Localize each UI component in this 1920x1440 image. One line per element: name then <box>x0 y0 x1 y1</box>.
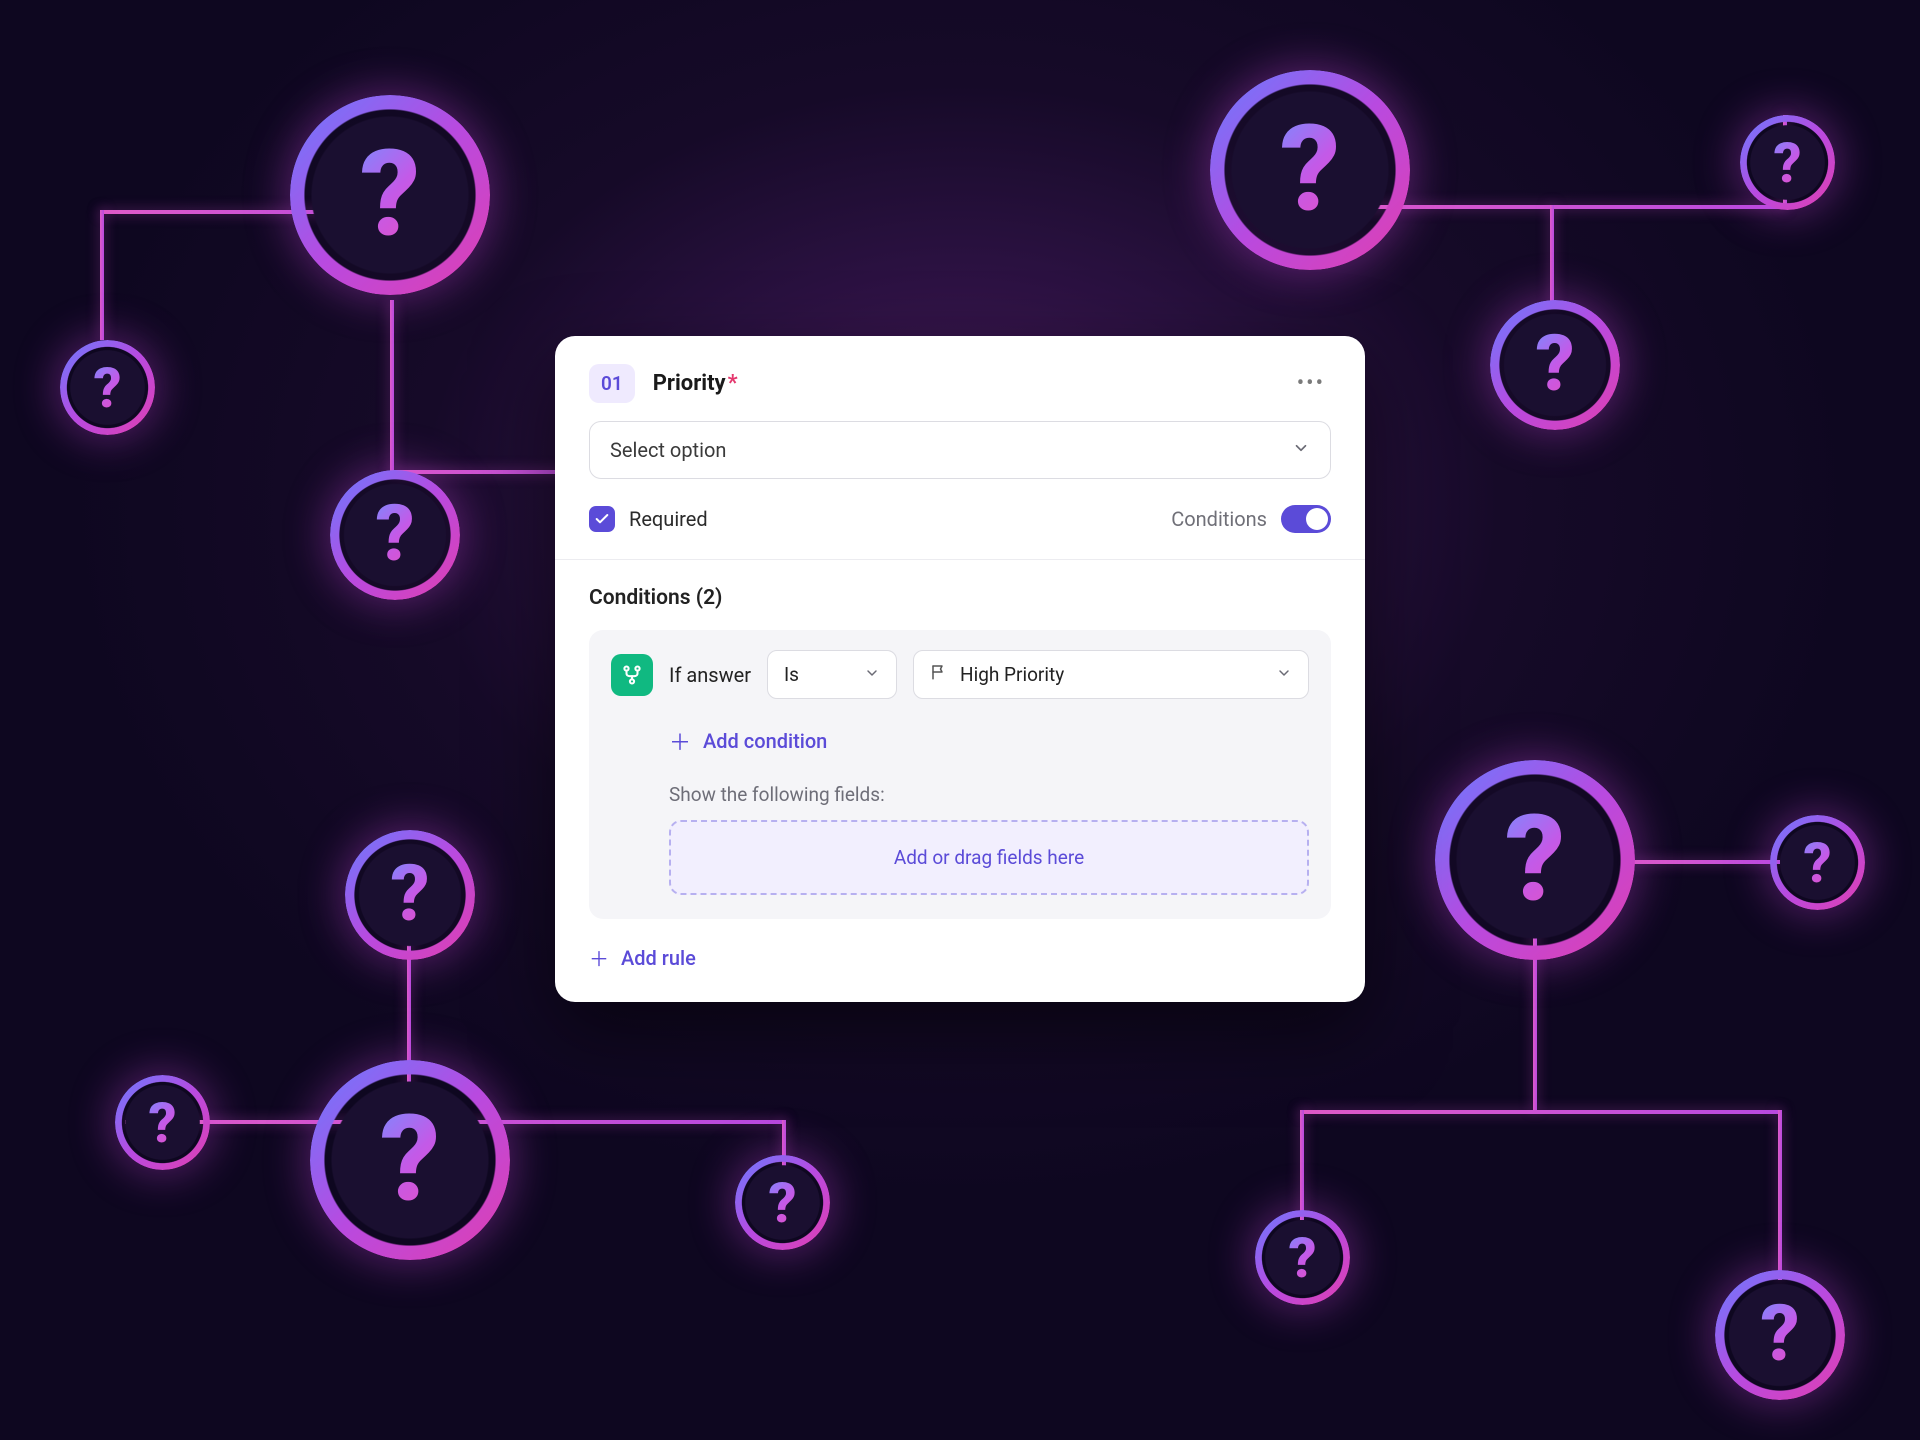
decor-line <box>100 210 104 340</box>
conditions-toggle[interactable] <box>1281 505 1331 533</box>
question-node-icon: ? <box>1435 760 1635 960</box>
chevron-down-icon <box>864 663 880 686</box>
question-node-icon: ? <box>735 1155 830 1250</box>
decor-line <box>390 300 394 470</box>
required-star-icon: * <box>728 371 738 396</box>
question-node-icon: ? <box>310 1060 510 1260</box>
decor-line <box>1300 1110 1304 1220</box>
if-answer-label: If answer <box>669 663 751 687</box>
flag-icon <box>930 663 948 686</box>
question-node-icon: ? <box>1210 70 1410 270</box>
value-select[interactable]: High Priority <box>913 650 1309 699</box>
plus-icon: ＋ <box>669 725 691 757</box>
decor-line <box>1300 1110 1780 1114</box>
question-node-icon: ? <box>1770 815 1865 910</box>
question-node-icon: ? <box>115 1075 210 1170</box>
decor-line <box>1630 860 1780 864</box>
question-node-icon: ? <box>1715 1270 1845 1400</box>
question-node-icon: ? <box>290 95 490 295</box>
fields-dropzone[interactable]: Add or drag fields here <box>669 820 1309 895</box>
field-editor-card: 01 Priority* ••• Select option Required … <box>555 336 1365 1002</box>
show-fields-label: Show the following fields: <box>669 783 1309 806</box>
check-icon <box>594 511 610 527</box>
question-node-icon: ? <box>330 470 460 600</box>
question-node-icon: ? <box>345 830 475 960</box>
card-header: 01 Priority* ••• <box>555 336 1365 421</box>
operator-select[interactable]: Is <box>767 650 897 699</box>
select-placeholder: Select option <box>610 438 726 462</box>
plus-icon: ＋ <box>589 943 609 972</box>
chevron-down-icon <box>1276 663 1292 686</box>
branch-icon <box>611 654 653 696</box>
required-checkbox[interactable] <box>589 506 615 532</box>
field-title: Priority* <box>653 371 738 396</box>
condition-rule: If answer Is High Priority <box>589 630 1331 919</box>
question-node-icon: ? <box>1490 300 1620 430</box>
decor-line <box>1550 205 1554 305</box>
conditions-label: Conditions <box>1171 507 1267 531</box>
chevron-down-icon <box>1292 438 1310 462</box>
decor-line <box>1778 1110 1782 1280</box>
option-select[interactable]: Select option <box>589 421 1331 479</box>
add-condition-button[interactable]: ＋ Add condition <box>669 725 827 757</box>
required-label: Required <box>629 507 708 531</box>
more-menu-button[interactable]: ••• <box>1291 365 1331 402</box>
question-node-icon: ? <box>60 340 155 435</box>
conditions-section-title: Conditions (2) <box>589 586 1331 610</box>
question-node-icon: ? <box>1740 115 1835 210</box>
field-number-badge: 01 <box>589 364 635 403</box>
add-rule-button[interactable]: ＋ Add rule <box>589 943 696 972</box>
question-node-icon: ? <box>1255 1210 1350 1305</box>
